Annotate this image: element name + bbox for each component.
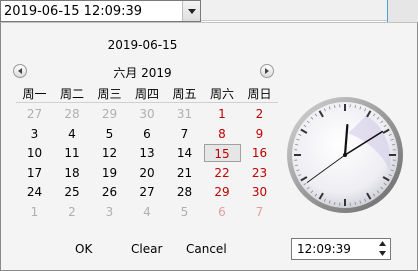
selected-date-title: 2019-06-15: [107, 38, 178, 52]
day-cell[interactable]: 2: [241, 105, 278, 123]
calendar-popup: 2019-06-15 六月 2019 周一 周二 周三 周四 周五 周六 周日 27 28 29…: [0, 22, 418, 271]
day-cell[interactable]: 1: [16, 203, 53, 221]
day-cell[interactable]: 16: [241, 144, 278, 162]
day-cell[interactable]: 19: [91, 164, 128, 182]
ok-button[interactable]: OK: [75, 242, 92, 256]
day-cell[interactable]: 28: [54, 105, 91, 123]
weekday-label: 周一: [22, 87, 47, 101]
clear-button[interactable]: Clear: [131, 242, 162, 256]
day-cell[interactable]: 17: [16, 164, 53, 182]
calendar-grid: 27 28 29 30 31 1 2 3 4 5 6 7 8 9 10 11 12 13 14 15 16 17 18 19 2…: [16, 105, 278, 221]
day-cell[interactable]: 29: [91, 105, 128, 123]
weekday-label: 周六: [209, 87, 234, 101]
day-cell[interactable]: 3: [91, 203, 128, 221]
weekday-label: 周三: [97, 87, 122, 101]
day-cell[interactable]: 12: [91, 144, 128, 162]
day-cell[interactable]: 26: [91, 183, 128, 201]
day-cell[interactable]: 25: [54, 183, 91, 201]
toolbar-background: [201, 0, 387, 21]
triangle-up-icon[interactable]: [379, 241, 386, 246]
day-cell[interactable]: 7: [241, 203, 278, 221]
day-cell[interactable]: 30: [241, 183, 278, 201]
day-cell[interactable]: 3: [16, 125, 53, 143]
day-cell[interactable]: 4: [54, 125, 91, 143]
day-cell[interactable]: 13: [129, 144, 166, 162]
window-edge: [387, 0, 418, 22]
day-cell[interactable]: 10: [16, 144, 53, 162]
day-cell[interactable]: 22: [204, 164, 241, 182]
weekday-header: 周一 周二 周三 周四 周五 周六 周日: [16, 85, 278, 101]
arrow-right-icon: [265, 68, 269, 74]
day-cell[interactable]: 4: [129, 203, 166, 221]
day-cell[interactable]: 2: [54, 203, 91, 221]
day-cell[interactable]: 15: [203, 144, 241, 162]
datetime-combo[interactable]: 2019-06-15 12:09:39: [0, 0, 201, 22]
day-cell[interactable]: 5: [166, 203, 203, 221]
day-cell[interactable]: 31: [166, 105, 203, 123]
day-cell[interactable]: 8: [204, 125, 241, 143]
dropdown-button[interactable]: [182, 1, 200, 21]
time-value: 12:09:39: [297, 242, 351, 256]
day-cell[interactable]: 11: [54, 144, 91, 162]
analog-clock: [287, 97, 403, 213]
day-cell[interactable]: 23: [241, 164, 278, 182]
weekday-divider: [16, 102, 278, 103]
day-cell[interactable]: 14: [166, 144, 203, 162]
day-cell[interactable]: 6: [129, 125, 166, 143]
weekday-label: 周二: [59, 87, 84, 101]
next-month-button[interactable]: [260, 64, 274, 78]
day-cell[interactable]: 18: [54, 164, 91, 182]
weekday-label: 周五: [172, 87, 197, 101]
weekday-label: 周日: [247, 87, 272, 101]
triangle-down-icon: [188, 9, 196, 14]
day-cell[interactable]: 27: [129, 183, 166, 201]
day-cell[interactable]: 21: [166, 164, 203, 182]
cancel-button[interactable]: Cancel: [186, 242, 227, 256]
day-cell[interactable]: 1: [204, 105, 241, 123]
time-spinbox[interactable]: 12:09:39: [291, 238, 391, 260]
day-cell[interactable]: 24: [16, 183, 53, 201]
clock-center: [343, 153, 347, 157]
day-cell[interactable]: 9: [241, 125, 278, 143]
day-cell[interactable]: 6: [204, 203, 241, 221]
triangle-down-icon[interactable]: [379, 251, 386, 256]
day-cell[interactable]: 27: [16, 105, 53, 123]
month-title[interactable]: 六月 2019: [1, 64, 284, 81]
weekday-label: 周四: [134, 87, 159, 101]
day-cell[interactable]: 5: [91, 125, 128, 143]
day-cell[interactable]: 7: [166, 125, 203, 143]
day-cell[interactable]: 29: [204, 183, 241, 201]
datetime-value: 2019-06-15 12:09:39: [4, 4, 143, 19]
day-cell[interactable]: 30: [129, 105, 166, 123]
day-cell[interactable]: 28: [166, 183, 203, 201]
day-cell[interactable]: 20: [129, 164, 166, 182]
